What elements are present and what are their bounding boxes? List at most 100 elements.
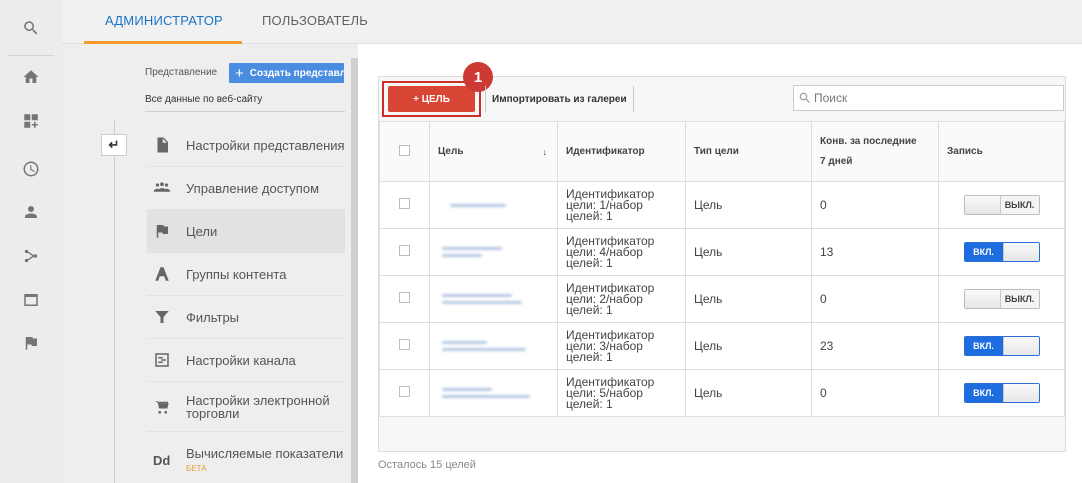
record-toggle[interactable]: ВКЛ. <box>963 383 1040 403</box>
flag-icon[interactable] <box>20 332 42 354</box>
header-label: Цель <box>438 146 464 157</box>
record-toggle[interactable]: ВКЛ. <box>963 242 1040 262</box>
header-conversions[interactable]: Конв. за последние 7 дней <box>811 121 939 182</box>
view-selector[interactable]: Все данные по веб-сайту <box>145 94 345 112</box>
beta-badge: БЕТА <box>186 463 207 473</box>
channel-icon <box>153 350 179 370</box>
toggle-knob <box>964 290 1001 308</box>
menu-item-ecommerce[interactable]: Настройки электронной торговли <box>147 382 345 432</box>
menu-item-label: Управление доступом <box>186 180 320 196</box>
row-checkbox[interactable] <box>399 292 410 303</box>
menu-item-filters[interactable]: Фильтры <box>147 296 345 339</box>
identifier-cell: Идентификатор цели: 1/набор целей: 1 <box>557 181 686 229</box>
goal-name-cell[interactable] <box>429 369 558 417</box>
menu-item-view-settings[interactable]: Настройки представления <box>147 124 345 167</box>
goals-main-panel: + ЦЕЛЬ 1 Импортировать из галереи Цель ↓… <box>358 44 1082 483</box>
toggle-label: ВКЛ. <box>964 243 1003 261</box>
filter-icon <box>153 307 179 327</box>
view-settings-column: ↵ Представление + Создать представл Все … <box>62 44 358 483</box>
goals-toolbar: + ЦЕЛЬ 1 Импортировать из галереи <box>379 62 1065 121</box>
row-checkbox[interactable] <box>399 386 410 397</box>
toggle-label: ВЫКЛ. <box>1000 196 1039 214</box>
create-view-button[interactable]: + Создать представл <box>229 63 344 83</box>
blurred-goal-name <box>438 388 549 398</box>
row-checkbox[interactable] <box>399 198 410 209</box>
search-icon[interactable] <box>20 17 42 39</box>
home-icon[interactable] <box>20 66 42 88</box>
goal-name-cell[interactable] <box>429 275 558 323</box>
header-goal-name[interactable]: Цель ↓ <box>429 121 558 182</box>
share-icon[interactable] <box>20 245 42 267</box>
clock-icon[interactable] <box>20 158 42 180</box>
table-icon[interactable] <box>20 289 42 311</box>
scrollbar[interactable] <box>351 58 358 483</box>
menu-item-text-wrap: Вычисляемые показатели БЕТА <box>186 447 343 475</box>
conversions-cell: 0 <box>811 369 939 417</box>
record-cell: ВЫКЛ. <box>938 275 1065 323</box>
id-line: целей: 1 <box>566 302 613 317</box>
search-input[interactable] <box>814 91 1054 105</box>
people-icon <box>153 178 179 198</box>
menu-item-channel-settings[interactable]: Настройки канала <box>147 339 345 382</box>
blurred-text-line <box>450 203 506 207</box>
toggle-knob <box>1002 337 1039 355</box>
select-all-checkbox[interactable] <box>399 144 410 156</box>
blurred-text-line <box>442 395 530 398</box>
search-box[interactable] <box>793 85 1064 111</box>
record-toggle[interactable]: ВЫКЛ. <box>963 289 1040 309</box>
id-line: целей: 1 <box>566 396 613 411</box>
icon-rail <box>0 0 62 483</box>
cart-icon <box>153 397 179 417</box>
row-checkbox[interactable] <box>399 245 410 256</box>
toggle-label: ВКЛ. <box>964 384 1003 402</box>
menu-item-label: Вычисляемые показатели <box>186 445 344 461</box>
menu-item-label: Фильтры <box>186 309 240 325</box>
menu-item-content-groups[interactable]: Группы контента <box>147 253 345 296</box>
blurred-text-line <box>442 341 487 344</box>
table-row: Идентификатор цели: 3/набор целей: 1 Цель … <box>379 322 1065 370</box>
record-toggle[interactable]: ВЫКЛ. <box>963 195 1040 215</box>
goals-table: Цель ↓ Идентификатор Тип цели Конв. за п… <box>379 121 1065 417</box>
import-from-gallery-button[interactable]: Импортировать из галереи <box>485 86 634 112</box>
table-row: Идентификатор цели: 5/набор целей: 1 Цель … <box>379 369 1065 417</box>
person-icon[interactable] <box>20 201 42 223</box>
header-record[interactable]: Запись <box>938 121 1065 182</box>
header-goal-type[interactable]: Тип цели <box>685 121 812 182</box>
id-line: целей: 1 <box>566 208 613 223</box>
search-icon <box>799 92 810 103</box>
identifier-cell: Идентификатор цели: 5/набор целей: 1 <box>557 369 686 417</box>
conversions-cell: 23 <box>811 322 939 370</box>
menu-item-label: Группы контента <box>186 266 287 282</box>
dashboard-icon[interactable] <box>20 110 42 132</box>
menu-item-access[interactable]: Управление доступом <box>147 167 345 210</box>
goal-type-cell: Цель <box>685 322 812 370</box>
menu-item-goals[interactable]: Цели <box>147 210 345 253</box>
menu-item-label: Настройки представления <box>186 137 345 153</box>
goal-name-cell[interactable] <box>429 228 558 276</box>
goal-name-cell[interactable] <box>429 181 558 229</box>
sort-arrow-icon: ↓ <box>542 147 548 157</box>
rail-divider <box>8 55 54 56</box>
create-view-label: Создать представл <box>249 67 344 79</box>
conversions-cell: 0 <box>811 181 939 229</box>
back-button[interactable]: ↵ <box>101 134 127 156</box>
menu-item-calculated-metrics[interactable]: Dd Вычисляемые показатели БЕТА <box>147 439 345 482</box>
record-toggle[interactable]: ВКЛ. <box>963 336 1040 356</box>
id-line: целей: 1 <box>566 255 613 270</box>
toggle-knob <box>1002 384 1039 402</box>
checkbox-cell <box>379 181 430 229</box>
tab-user[interactable]: ПОЛЬЗОВАТЕЛЬ <box>262 13 368 28</box>
row-checkbox[interactable] <box>399 339 410 350</box>
dd-icon: Dd <box>153 453 171 468</box>
record-cell: ВКЛ. <box>938 228 1065 276</box>
goal-type-cell: Цель <box>685 181 812 229</box>
blurred-text-line <box>442 254 482 257</box>
header-identifier[interactable]: Идентификатор <box>557 121 686 182</box>
checkbox-cell <box>379 369 430 417</box>
tab-admin[interactable]: АДМИНИСТРАТОР <box>105 13 223 28</box>
header-label: 7 дней <box>820 155 853 167</box>
table-row: Идентификатор цели: 4/набор целей: 1 Цель … <box>379 228 1065 276</box>
identifier-cell: Идентификатор цели: 2/набор целей: 1 <box>557 275 686 323</box>
top-tab-bar: АДМИНИСТРАТОР ПОЛЬЗОВАТЕЛЬ <box>62 0 1082 44</box>
goal-name-cell[interactable] <box>429 322 558 370</box>
